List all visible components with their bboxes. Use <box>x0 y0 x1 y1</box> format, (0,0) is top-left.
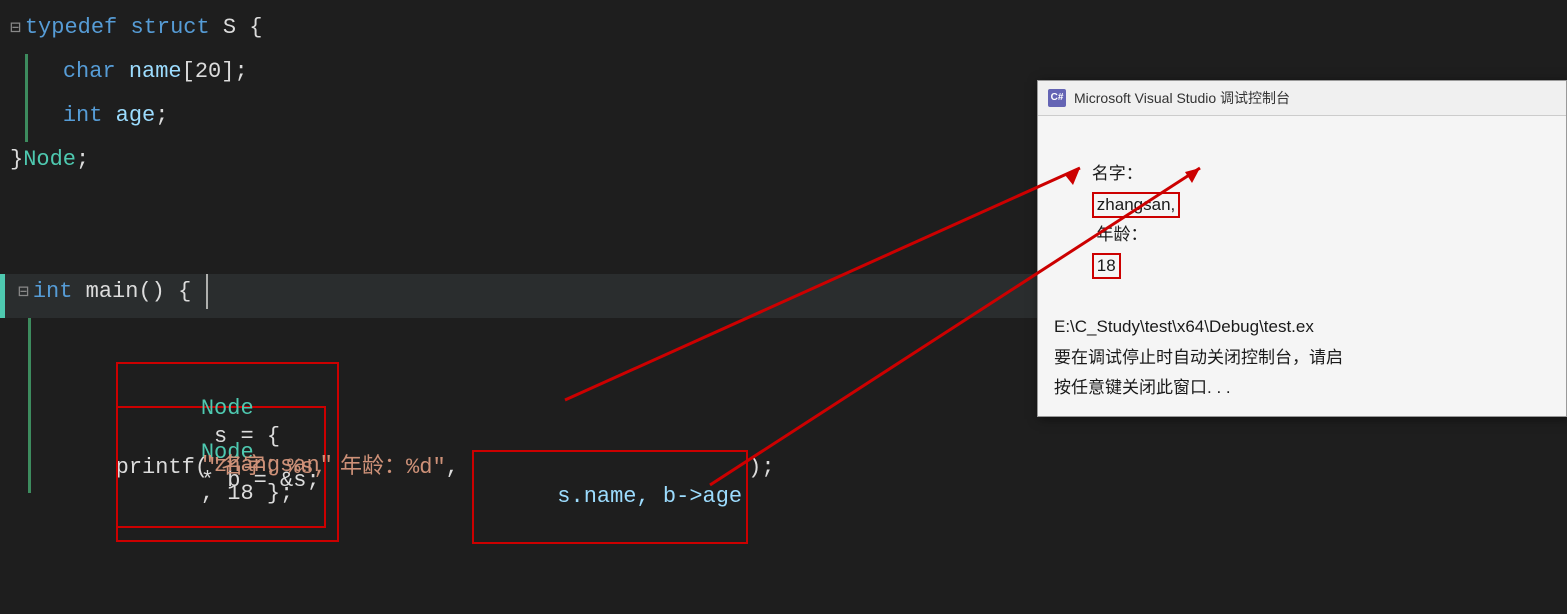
console-name-highlight: zhangsan, <box>1092 192 1180 218</box>
console-body: 名字： zhangsan, 年龄： 18 E:\C_Study\test\x64… <box>1038 116 1566 415</box>
console-age-highlight: 18 <box>1092 253 1121 279</box>
vs-icon: C# <box>1048 89 1066 107</box>
console-titlebar: C# Microsoft Visual Studio 调试控制台 <box>1038 81 1566 116</box>
console-line-3: 要在调试停止时自动关闭控制台，请启 <box>1054 343 1550 374</box>
keyword-char: char <box>63 54 116 89</box>
fn-main: main <box>86 274 139 309</box>
type-node: Node <box>23 142 76 177</box>
code-line-1: ⊟ typedef struct S { <box>0 10 1567 54</box>
keyword-typedef: typedef <box>25 10 117 45</box>
console-line-1: 名字： zhangsan, 年龄： 18 <box>1054 128 1550 312</box>
keyword-struct: struct <box>130 10 209 45</box>
code-box-args: s.name, b->age <box>472 450 748 544</box>
collapse-icon-main[interactable]: ⊟ <box>18 279 29 308</box>
console-title: Microsoft Visual Studio 调试控制台 <box>1074 87 1290 109</box>
console-panel: C# Microsoft Visual Studio 调试控制台 名字： zha… <box>1037 80 1567 417</box>
collapse-icon-struct[interactable]: ⊟ <box>10 15 21 44</box>
code-box-node-s: Node s = { "zhangsan" , 18 }; <box>116 362 339 542</box>
field-name: name <box>129 54 182 89</box>
field-age: age <box>116 98 156 133</box>
keyword-int-main: int <box>33 274 73 309</box>
code-editor: ⊟ typedef struct S { char name [20]; int… <box>0 0 1567 614</box>
console-line-2: E:\C_Study\test\x64\Debug\test.ex <box>1054 312 1550 343</box>
console-line-4: 按任意键关闭此窗口. . . <box>1054 373 1550 404</box>
keyword-int-age: int <box>63 98 103 133</box>
